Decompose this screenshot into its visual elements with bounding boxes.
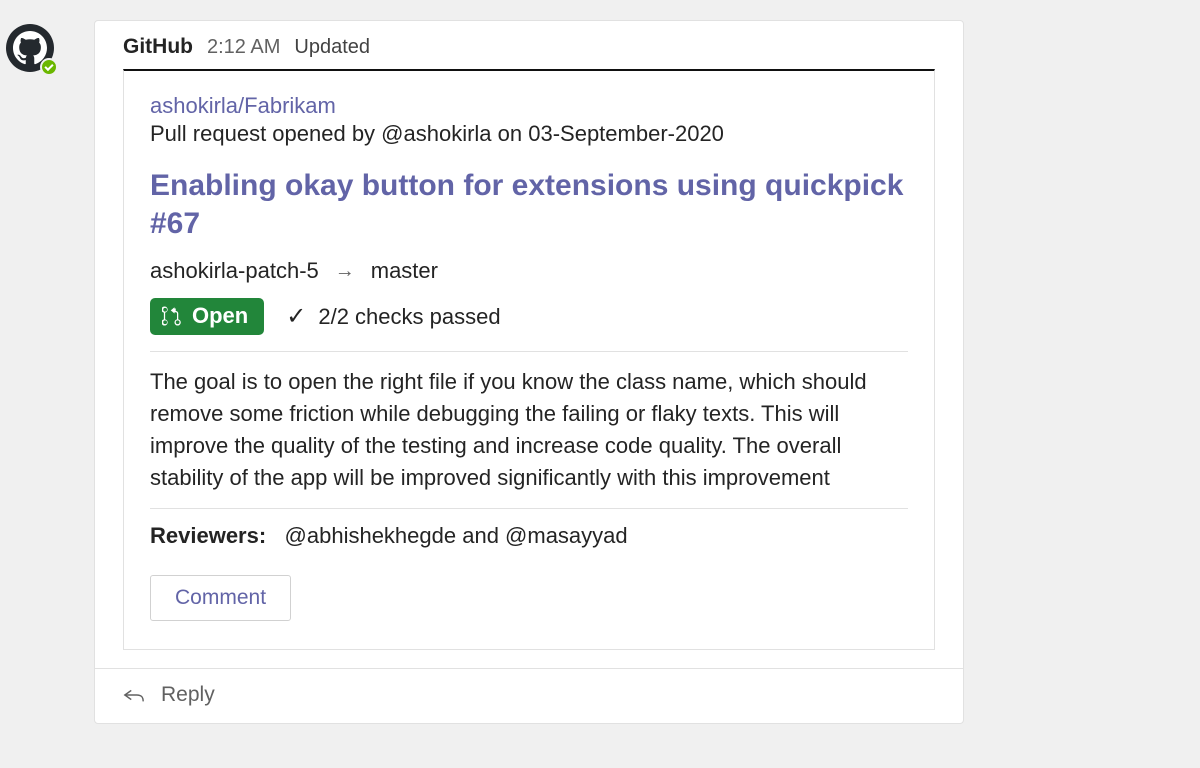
message-edit-status: Updated	[294, 36, 370, 59]
source-branch: ashokirla-patch-5	[150, 258, 319, 284]
open-status-badge: Open	[150, 298, 264, 335]
divider	[150, 351, 908, 352]
opened-by-text: Pull request opened by @ashokirla on 03-…	[150, 121, 908, 147]
repo-link[interactable]: ashokirla/Fabrikam	[150, 93, 336, 119]
reviewers-label: Reviewers:	[150, 523, 266, 548]
pr-description: The goal is to open the right file if yo…	[150, 366, 908, 494]
check-icon: ✓	[286, 302, 306, 331]
git-pull-request-icon	[162, 306, 182, 326]
arrow-right-icon: →	[335, 260, 355, 283]
checks-text: 2/2 checks passed	[318, 304, 500, 330]
adaptive-card: ashokirla/Fabrikam Pull request opened b…	[123, 69, 935, 650]
message-card: GitHub 2:12 AM Updated ashokirla/Fabrika…	[94, 20, 964, 724]
divider	[150, 508, 908, 509]
reply-icon	[123, 686, 145, 704]
reply-placeholder: Reply	[161, 683, 215, 707]
reply-input[interactable]: Reply	[95, 668, 963, 723]
reviewers-list: @abhishekhegde and @masayyad	[285, 523, 628, 548]
presence-available-icon	[40, 58, 58, 76]
sender-avatar[interactable]	[6, 24, 56, 74]
pr-title-link[interactable]: Enabling okay button for extensions usin…	[150, 167, 908, 242]
message-header: GitHub 2:12 AM Updated	[95, 21, 963, 69]
reviewers-row: Reviewers: @abhishekhegde and @masayyad	[150, 523, 908, 549]
open-status-label: Open	[192, 303, 248, 329]
message-timestamp: 2:12 AM	[207, 36, 280, 59]
sender-name[interactable]: GitHub	[123, 35, 193, 59]
branch-row: ashokirla-patch-5 → master	[150, 258, 908, 284]
checks-status: ✓ 2/2 checks passed	[286, 302, 500, 331]
comment-button[interactable]: Comment	[150, 575, 291, 621]
target-branch: master	[371, 258, 438, 284]
status-row: Open ✓ 2/2 checks passed	[150, 298, 908, 335]
